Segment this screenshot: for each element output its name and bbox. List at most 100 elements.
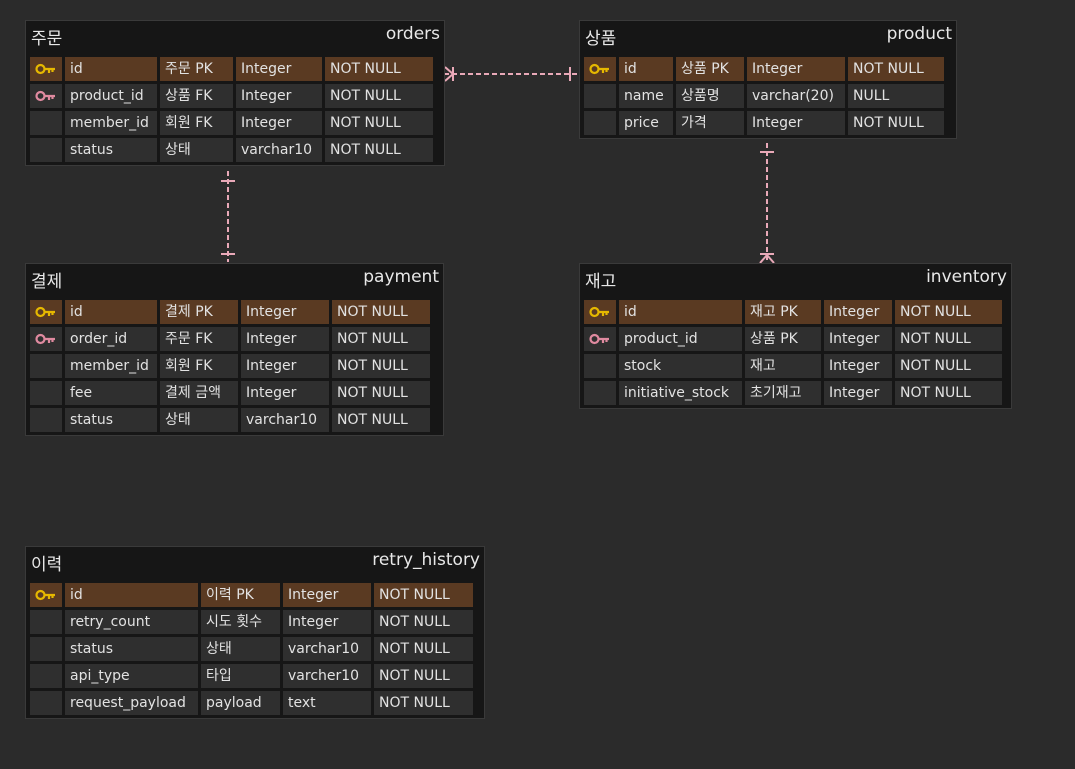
crowfoot-inventory-end [759,254,768,264]
field-nullable: NOT NULL [374,664,473,688]
field-nullable: NOT NULL [332,408,430,432]
table-english-name: orders [385,24,440,44]
field-description: 상품명 [676,84,744,108]
field-nullable: NOT NULL [325,57,433,81]
primary-key-icon [589,305,611,319]
field-name: id [619,300,742,324]
field-type: Integer [283,583,371,607]
table-korean-name: 재고 [585,272,617,292]
crowfoot-orders-end-2 [444,73,454,82]
field-nullable: NOT NULL [895,354,1002,378]
table-row[interactable]: status 상태 varchar10 NOT NULL [26,138,444,162]
table-row[interactable]: order_id 주문 FK Integer NOT NULL [26,327,443,351]
field-description: 회원 FK [160,111,233,135]
key-cell [584,111,616,135]
table-row[interactable]: request_payload payload text NOT NULL [26,691,484,715]
field-name: initiative_stock [619,381,742,405]
table-header[interactable]: 주문 orders [26,21,444,51]
field-name: product_id [65,84,157,108]
field-type: Integer [236,57,322,81]
primary-key-icon [35,588,57,602]
field-name: name [619,84,673,108]
field-description: payload [201,691,280,715]
field-description: 상품 PK [745,327,821,351]
table-payment[interactable]: 결제 payment id 결제 PK Integer NOT NULL order_i… [25,263,444,436]
table-header[interactable]: 재고 inventory [580,264,1011,294]
key-cell [30,381,62,405]
field-name: id [65,57,157,81]
table-inventory[interactable]: 재고 inventory id 재고 PK Integer NOT NULL produ… [579,263,1012,409]
table-korean-name: 이력 [31,555,63,575]
field-description: 가격 [676,111,744,135]
primary-key-icon [35,62,57,76]
field-nullable: NOT NULL [895,381,1002,405]
table-header[interactable]: 상품 product [580,21,956,51]
field-type: varchar10 [236,138,322,162]
table-product[interactable]: 상품 product id 상품 PK Integer NOT NULL name 상품명… [579,20,957,139]
field-type: varchar10 [241,408,329,432]
field-type: Integer [236,111,322,135]
table-row[interactable]: id 재고 PK Integer NOT NULL [580,300,1011,324]
crowfoot-inventory-end-2 [766,254,775,264]
table-row[interactable]: status 상태 varchar10 NOT NULL [26,637,484,661]
field-name: id [65,583,198,607]
table-row[interactable]: fee 결제 금액 Integer NOT NULL [26,381,443,405]
table-korean-name: 주문 [31,29,63,49]
table-row[interactable]: retry_count 시도 횟수 Integer NOT NULL [26,610,484,634]
field-description: 시도 횟수 [201,610,280,634]
field-description: 타입 [201,664,280,688]
field-type: Integer [824,381,892,405]
table-row[interactable]: id 상품 PK Integer NOT NULL [580,57,956,81]
foreign-key-icon [35,332,57,346]
field-name: api_type [65,664,198,688]
key-cell [30,637,62,661]
key-cell [584,354,616,378]
field-type: Integer [747,111,845,135]
table-english-name: payment [363,267,439,287]
table-row[interactable]: id 이력 PK Integer NOT NULL [26,583,484,607]
table-row[interactable]: initiative_stock 초기재고 Integer NOT NULL [580,381,1011,405]
table-retry-history[interactable]: 이력 retry_history id 이력 PK Integer NOT NULL r… [25,546,485,719]
field-description: 상태 [160,138,233,162]
table-row[interactable]: stock 재고 Integer NOT NULL [580,354,1011,378]
field-nullable: NOT NULL [332,327,430,351]
field-nullable: NOT NULL [895,327,1002,351]
table-row[interactable]: name 상품명 varchar(20) NULL [580,84,956,108]
field-nullable: NOT NULL [325,138,433,162]
field-description: 초기재고 [745,381,821,405]
key-cell [30,111,62,135]
foreign-key-icon [35,89,57,103]
field-nullable: NOT NULL [325,111,433,135]
table-row[interactable]: member_id 회원 FK Integer NOT NULL [26,354,443,378]
field-type: Integer [283,610,371,634]
field-name: member_id [65,354,157,378]
field-nullable: NOT NULL [895,300,1002,324]
key-cell [30,664,62,688]
table-row[interactable]: product_id 상품 PK Integer NOT NULL [580,327,1011,351]
field-type: text [283,691,371,715]
field-description: 상품 FK [160,84,233,108]
table-row[interactable]: id 주문 PK Integer NOT NULL [26,57,444,81]
table-row[interactable]: api_type 타입 varcher10 NOT NULL [26,664,484,688]
table-row[interactable]: member_id 회원 FK Integer NOT NULL [26,111,444,135]
foreign-key-icon [589,332,611,346]
key-cell [30,84,62,108]
table-row[interactable]: id 결제 PK Integer NOT NULL [26,300,443,324]
field-description: 결제 PK [160,300,238,324]
table-row[interactable]: status 상태 varchar10 NOT NULL [26,408,443,432]
field-name: price [619,111,673,135]
table-header[interactable]: 이력 retry_history [26,547,484,577]
table-orders[interactable]: 주문 orders id 주문 PK Integer NOT NULL product_… [25,20,445,166]
table-row[interactable]: price 가격 Integer NOT NULL [580,111,956,135]
field-name: retry_count [65,610,198,634]
field-nullable: NOT NULL [848,111,944,135]
key-cell [30,138,62,162]
field-nullable: NOT NULL [325,84,433,108]
field-name: product_id [619,327,742,351]
field-nullable: NOT NULL [374,637,473,661]
field-type: Integer [241,300,329,324]
table-row[interactable]: product_id 상품 FK Integer NOT NULL [26,84,444,108]
table-header[interactable]: 결제 payment [26,264,443,294]
field-nullable: NOT NULL [374,691,473,715]
field-description: 상태 [201,637,280,661]
